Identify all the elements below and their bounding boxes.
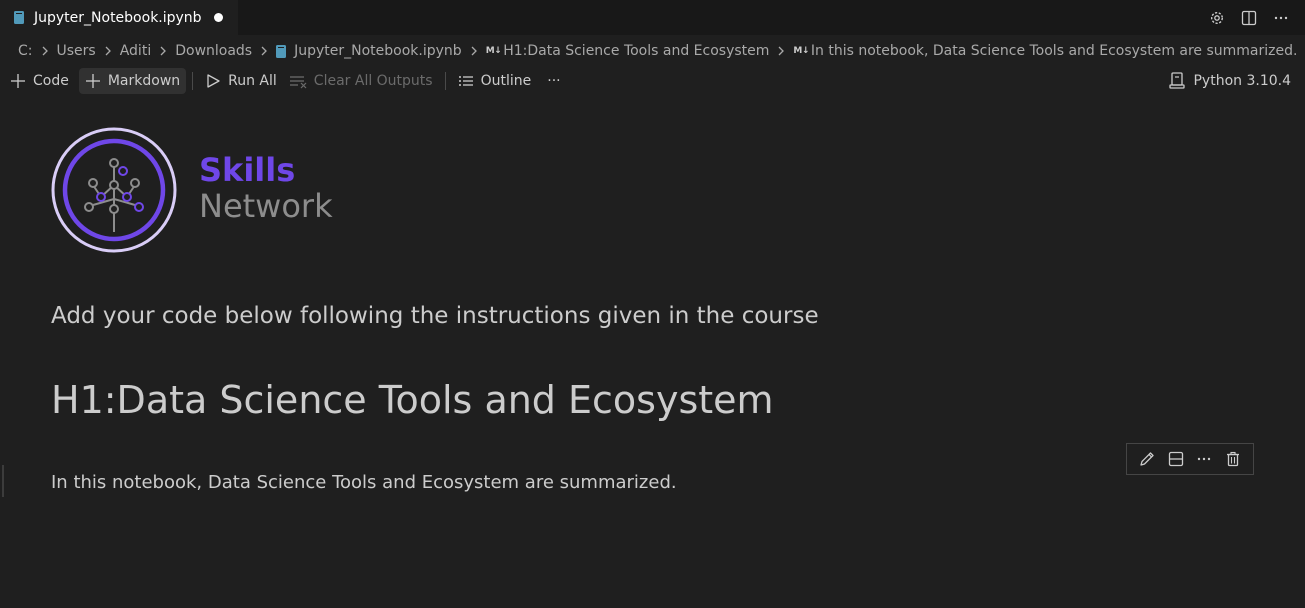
clear-all-outputs-button[interactable]: Clear All Outputs [283, 68, 439, 94]
breadcrumb-users[interactable]: Users [57, 43, 96, 59]
chevron-right-icon [102, 45, 114, 57]
markdown-icon: M↓ [485, 46, 502, 56]
chevron-right-icon [39, 45, 51, 57]
toolbar-divider [192, 72, 194, 90]
chevron-right-icon [468, 45, 480, 57]
markdown-cell-text[interactable]: In this notebook, Data Science Tools and… [51, 472, 677, 493]
kernel-label: Python 3.10.4 [1193, 73, 1291, 89]
add-markdown-cell-button[interactable]: Markdown [78, 68, 187, 94]
markdown-icon: M↓ [793, 46, 809, 56]
toolbar-more-button[interactable]: ··· [541, 68, 566, 94]
list-outline-icon [458, 76, 473, 86]
notebook-heading: H1:Data Science Tools and Ecosystem [51, 378, 774, 422]
chevron-right-icon [258, 45, 270, 57]
settings-gear-icon[interactable] [1207, 8, 1227, 28]
kernel-picker[interactable]: Python 3.10.4 [1169, 66, 1291, 96]
clear-outputs-icon [289, 76, 307, 89]
notebook-toolbar: Code Markdown Run All Clear All Outputs … [0, 66, 1305, 96]
plus-icon [85, 74, 100, 88]
cell-focus-indicator[interactable] [2, 465, 4, 497]
chevron-right-icon [775, 45, 787, 57]
toolbar-divider [444, 72, 446, 90]
breadcrumb-drive[interactable]: C: [18, 43, 33, 59]
intro-text: Add your code below following the instru… [51, 303, 819, 329]
notebook-file-icon [14, 11, 24, 24]
breadcrumb-aditi[interactable]: Aditi [120, 43, 152, 59]
edit-pencil-icon[interactable] [1136, 448, 1158, 470]
split-cell-icon[interactable] [1165, 448, 1187, 470]
unsaved-dot-icon[interactable] [213, 13, 223, 22]
outline-label: Outline [480, 73, 532, 89]
more-actions-icon[interactable] [1193, 448, 1215, 470]
notebook-file-icon [276, 44, 287, 58]
outline-button[interactable]: Outline [452, 68, 538, 94]
breadcrumb-cell[interactable]: In this notebook, Data Science Tools and… [811, 43, 1298, 59]
delete-trash-icon[interactable] [1222, 448, 1244, 470]
run-all-label: Run All [228, 73, 277, 89]
cell-toolbar [1126, 443, 1254, 475]
breadcrumb-heading[interactable]: H1:Data Science Tools and Ecosystem [503, 43, 769, 59]
logo-line-skills: Skills [199, 151, 296, 189]
skills-network-logo [51, 127, 177, 253]
chevron-right-icon [157, 45, 169, 57]
more-actions-icon: ··· [547, 73, 561, 89]
logo-wordmark: Skills Network [199, 152, 333, 224]
add-code-cell-button[interactable]: Code [4, 68, 75, 94]
plus-icon [11, 74, 25, 88]
clear-outputs-label: Clear All Outputs [313, 73, 433, 89]
breadcrumb-downloads[interactable]: Downloads [175, 43, 252, 59]
more-actions-icon[interactable] [1271, 8, 1291, 28]
play-icon [207, 74, 220, 88]
breadcrumb: C: Users Aditi Downloads Jupyter_Noteboo… [18, 39, 1297, 63]
editor-tab-bar: Jupyter_Notebook.ipynb [0, 0, 1305, 35]
breadcrumb-file[interactable]: Jupyter_Notebook.ipynb [294, 43, 462, 59]
tab-title: Jupyter_Notebook.ipynb [34, 9, 202, 26]
run-all-button[interactable]: Run All [199, 68, 283, 94]
split-editor-icon[interactable] [1239, 8, 1259, 28]
logo-line-network: Network [199, 187, 333, 225]
editor-tab[interactable]: Jupyter_Notebook.ipynb [0, 0, 238, 35]
kernel-icon [1169, 72, 1186, 89]
notebook-content: Skills Network Add your code below follo… [0, 100, 1305, 608]
code-label: Code [33, 73, 69, 89]
markdown-label: Markdown [107, 73, 181, 89]
